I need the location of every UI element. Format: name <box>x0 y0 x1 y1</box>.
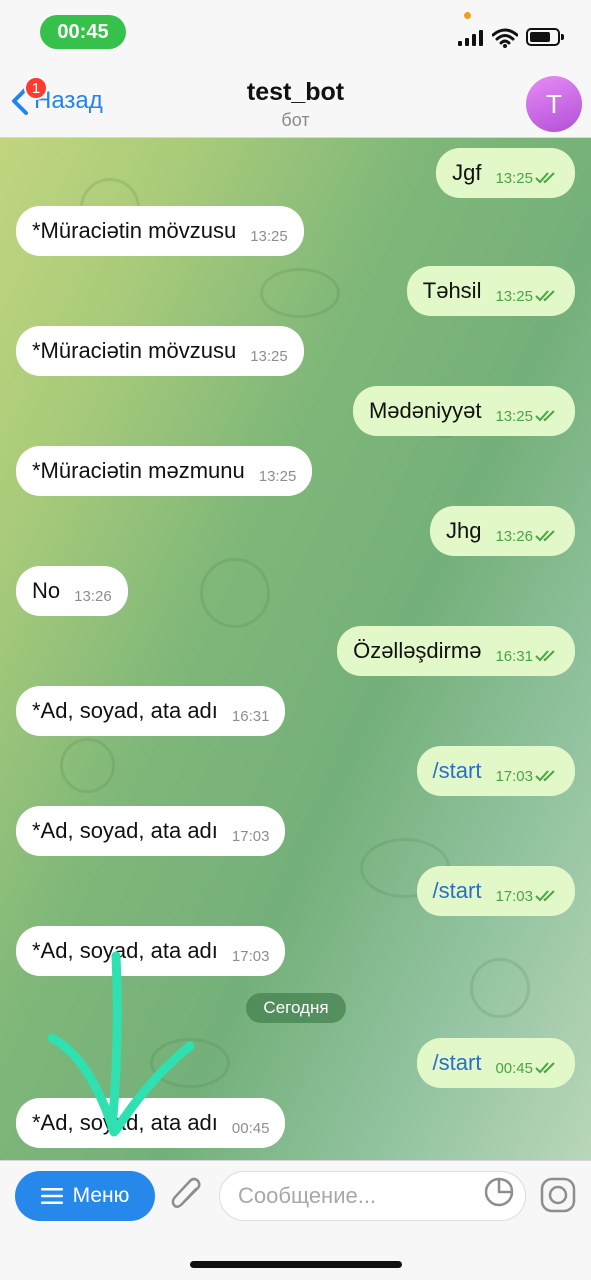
message-input-placeholder: Сообщение... <box>238 1183 377 1208</box>
status-bar: 00:45 <box>0 0 591 64</box>
menu-button[interactable]: Меню <box>15 1171 155 1221</box>
message-text: Özəlləşdirmə <box>353 638 482 663</box>
hamburger-icon <box>40 1188 63 1204</box>
sticker-icon[interactable] <box>484 1177 514 1207</box>
avatar[interactable]: T <box>526 76 582 132</box>
incoming-message[interactable]: No 13:26 <box>16 566 128 616</box>
double-check-icon <box>535 530 555 542</box>
outgoing-message[interactable]: Jhg 13:26 <box>429 506 575 556</box>
message-time: 00:45 <box>231 1119 270 1137</box>
message-time: 17:03 <box>231 827 270 845</box>
outgoing-message[interactable]: /start 00:45 <box>416 1038 575 1088</box>
message-text: Mədəniyyət <box>368 398 482 423</box>
wallpaper-doodle <box>200 558 270 628</box>
double-check-icon <box>535 410 555 422</box>
double-check-icon <box>535 650 555 662</box>
message-time: 00:45 <box>495 1059 533 1077</box>
menu-label: Меню <box>72 1184 130 1207</box>
message-time: 17:03 <box>495 767 533 785</box>
message-text: *Ad, soyad, ata adı <box>32 818 218 843</box>
date-separator: Сегодня <box>246 993 346 1023</box>
incoming-message[interactable]: *Ad, soyad, ata adı 17:03 <box>16 806 286 856</box>
outgoing-message[interactable]: Mədəniyyət 13:25 <box>352 386 575 436</box>
double-check-icon <box>535 1062 555 1074</box>
wallpaper-doodle <box>470 958 530 1018</box>
status-time[interactable]: 00:45 <box>40 15 126 49</box>
message-time: 16:31 <box>495 647 533 665</box>
annotation-arrow-icon <box>47 951 195 1137</box>
message-time: 13:25 <box>250 347 288 365</box>
message-time: 13:25 <box>495 407 533 425</box>
double-check-icon <box>535 890 555 902</box>
incoming-message[interactable]: *Ad, soyad, ata adı 16:31 <box>16 686 286 736</box>
wallpaper-doodle <box>260 268 340 318</box>
chat-header: Назад 1 test_bot бот T <box>0 64 591 138</box>
privacy-indicator-icon <box>464 12 471 19</box>
outgoing-message[interactable]: /start 17:03 <box>416 746 575 796</box>
incoming-message[interactable]: *Müraciətin məzmunu 13:25 <box>16 446 313 496</box>
message-text: Təhsil <box>422 278 482 303</box>
battery-icon <box>526 28 564 46</box>
chat-subtitle: бот <box>281 110 310 130</box>
double-check-icon <box>535 290 555 302</box>
message-input[interactable]: Сообщение... <box>219 1171 526 1221</box>
message-text: *Ad, soyad, ata adı <box>32 698 218 723</box>
chat-area[interactable]: Jgf 13:25 *Müraciətin mövzusu 13:25 Təhs… <box>0 138 591 1160</box>
outgoing-message[interactable]: /start 17:03 <box>416 866 575 916</box>
message-time: 17:03 <box>495 887 533 905</box>
home-indicator[interactable] <box>190 1261 402 1268</box>
incoming-message[interactable]: *Müraciətin mövzusu 13:25 <box>16 326 304 376</box>
message-time: 13:26 <box>74 587 112 605</box>
command-link[interactable]: /start <box>433 878 482 904</box>
input-bar: Меню Сообщение... <box>0 1160 591 1280</box>
outgoing-message[interactable]: Özəlləşdirmə 16:31 <box>337 626 575 676</box>
chat-title[interactable]: test_bot <box>0 78 591 107</box>
incoming-message[interactable]: *Müraciətin mövzusu 13:25 <box>16 206 304 256</box>
message-text: *Müraciətin məzmunu <box>32 458 245 483</box>
message-time: 13:25 <box>250 227 288 245</box>
camera-icon[interactable] <box>540 1177 576 1213</box>
wifi-icon <box>492 28 518 48</box>
message-text: No <box>32 578 61 603</box>
double-check-icon <box>535 770 555 782</box>
paperclip-icon[interactable] <box>170 1175 204 1215</box>
message-time: 13:25 <box>495 287 533 305</box>
message-text: *Müraciətin mövzusu <box>32 218 237 243</box>
message-time: 16:31 <box>231 707 270 725</box>
cellular-signal-icon <box>458 30 483 46</box>
message-time: 13:25 <box>258 467 297 485</box>
message-time: 13:25 <box>495 169 533 187</box>
message-text: Jhg <box>445 518 482 543</box>
message-time: 13:26 <box>495 527 533 545</box>
message-text: *Müraciətin mövzusu <box>32 338 237 363</box>
message-time: 17:03 <box>231 947 270 965</box>
command-link[interactable]: /start <box>433 1050 482 1076</box>
message-text: Jgf <box>452 160 482 185</box>
outgoing-message[interactable]: Jgf 13:25 <box>436 148 575 198</box>
wallpaper-doodle <box>60 738 115 793</box>
double-check-icon <box>535 172 555 184</box>
outgoing-message[interactable]: Təhsil 13:25 <box>406 266 575 316</box>
command-link[interactable]: /start <box>433 758 482 784</box>
